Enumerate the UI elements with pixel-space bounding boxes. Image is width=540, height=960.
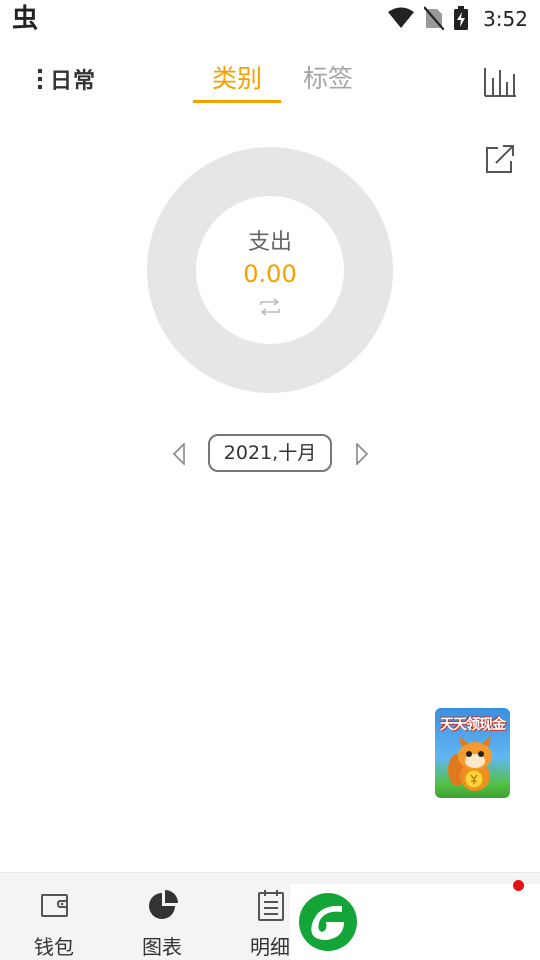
wallet-icon bbox=[41, 894, 68, 917]
menu-dots-icon bbox=[36, 66, 46, 92]
cash-reward-ad[interactable]: 天天领现金 bbox=[435, 708, 510, 798]
share-button[interactable] bbox=[480, 139, 520, 179]
nav-label-wallet: 钱包 bbox=[34, 935, 74, 959]
pie-chart-icon bbox=[149, 890, 178, 919]
book-name: 日常 bbox=[50, 69, 97, 94]
expense-label: 支出 bbox=[247, 230, 292, 255]
wifi-icon bbox=[388, 7, 414, 28]
ad-banner[interactable] bbox=[290, 884, 540, 960]
notification-dot bbox=[513, 880, 524, 891]
tab-tags[interactable]: 标签 bbox=[288, 60, 368, 98]
chart-button[interactable] bbox=[480, 62, 520, 102]
share-icon bbox=[486, 145, 514, 173]
battery-icon bbox=[454, 6, 468, 30]
chevron-left-icon bbox=[172, 443, 185, 465]
status-bar: 虫 3:52 bbox=[0, 0, 540, 38]
period-selector[interactable]: 2021,十月 bbox=[208, 434, 332, 472]
app-root: 虫 3:52 日常 类别 标签 支出 0.00 2021,十月 天天领现金 钱包… bbox=[0, 0, 540, 960]
bar-chart-icon bbox=[484, 68, 516, 97]
leaf-logo-icon bbox=[299, 893, 357, 951]
status-app-glyph: 虫 bbox=[12, 4, 39, 34]
previous-month-button[interactable] bbox=[165, 440, 193, 468]
status-icons bbox=[388, 5, 468, 31]
switch-icon[interactable] bbox=[257, 298, 283, 316]
ad-title: 天天领现金 bbox=[440, 717, 506, 733]
squirrel-mascot-icon bbox=[448, 736, 492, 791]
list-icon bbox=[258, 890, 284, 921]
active-tab-indicator bbox=[193, 100, 281, 103]
donut-center: 支出 0.00 bbox=[196, 196, 344, 344]
book-selector[interactable]: 日常 bbox=[36, 60, 96, 98]
chevron-right-icon bbox=[356, 443, 369, 465]
nav-label-chart: 图表 bbox=[142, 935, 182, 959]
next-month-button[interactable] bbox=[348, 440, 376, 468]
expense-donut-chart[interactable]: 支出 0.00 bbox=[147, 147, 393, 393]
status-time: 3:52 bbox=[483, 7, 528, 31]
expense-amount: 0.00 bbox=[243, 260, 297, 288]
nav-item-chart[interactable]: 图表 bbox=[112, 873, 212, 960]
no-sim-icon bbox=[424, 6, 444, 30]
tab-category[interactable]: 类别 bbox=[194, 60, 280, 98]
nav-item-wallet[interactable]: 钱包 bbox=[4, 873, 104, 960]
